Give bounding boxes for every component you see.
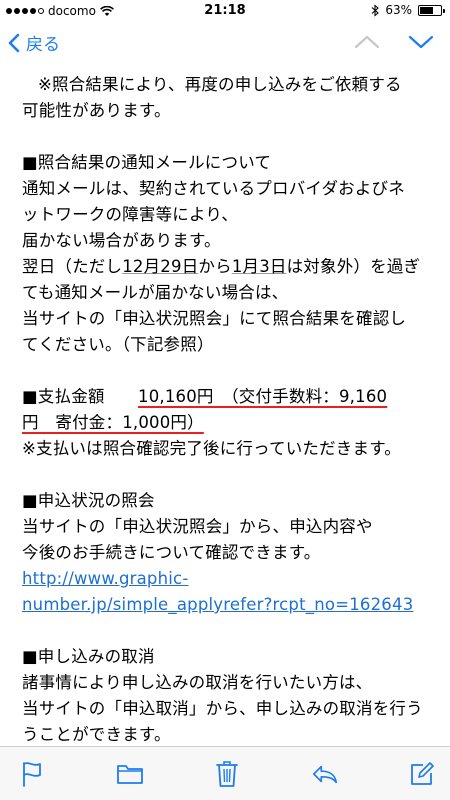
body-text: 当サイトの「申込取消」から、申し込みの取消を行う	[22, 699, 423, 718]
bluetooth-icon	[371, 3, 380, 17]
section-heading: ■申し込みの取消	[22, 647, 155, 666]
body-text: ても通知メールが届かない場合は、	[22, 283, 289, 302]
folder-icon	[116, 764, 143, 784]
notice-paragraph: ※照合結果により、再度の申し込みをご依頼する 可能性があります。	[22, 72, 440, 124]
body-text-dates: 翌日（ただし12月29日から1月3日は対象外）を過ぎ	[22, 254, 440, 280]
message-nav	[354, 32, 434, 52]
date-detected[interactable]: 1月3日	[232, 257, 287, 276]
payment-note: ※支払いは照合確認完了後に行っていただきます。	[22, 439, 401, 458]
inquiry-link[interactable]: http://www.graphic-	[22, 566, 440, 592]
text-segment: は対象外）を過ぎ	[286, 257, 421, 276]
result-mail-section: ■照合結果の通知メールについて 通知メールは、契約されているプロバイダおよびネ …	[22, 150, 440, 358]
payment-label: ■支払金額	[22, 387, 138, 406]
body-text: うことができます。	[22, 725, 171, 744]
body-text: ※照合結果により、再度の申し込みをご依頼する	[38, 75, 402, 94]
navigation-bar: 戻る	[0, 22, 450, 66]
body-text: てください。（下記参照）	[22, 335, 214, 354]
battery-icon	[418, 4, 445, 16]
reply-button[interactable]	[311, 760, 339, 788]
body-text: ットワークの障害等により、	[22, 205, 239, 224]
status-bar: docomo 21:18 63%	[0, 0, 450, 22]
body-text: 当サイトの「申込状況照会」から、申込内容や	[22, 517, 373, 536]
status-inquiry-section: ■申込状況の照会 当サイトの「申込状況照会」から、申込内容や 今後のお手続きにつ…	[22, 488, 440, 618]
back-button[interactable]: 戻る	[8, 30, 60, 55]
compose-icon	[411, 761, 434, 785]
next-message-button[interactable]	[408, 32, 434, 52]
back-label: 戻る	[26, 35, 60, 55]
date-detected[interactable]: 12月29日	[122, 257, 198, 276]
reply-icon	[312, 765, 337, 783]
payment-section: ■支払金額 10,160円 （交付手数料：9,160 円 寄付金：1,000円）…	[22, 384, 440, 462]
bottom-toolbar	[0, 746, 450, 800]
body-text: 今後のお手続きについて確認できます。	[22, 543, 321, 562]
body-text: 可能性があります。	[22, 101, 171, 120]
section-heading: ■申込状況の照会	[22, 491, 155, 510]
body-text: 諸事情により申し込みの取消を行いたい方は、	[22, 673, 373, 692]
payment-amount-line: ■支払金額 10,160円 （交付手数料：9,160	[22, 384, 440, 410]
email-body: ※照合結果により、再度の申し込みをご依頼する 可能性があります。 ■照合結果の通…	[0, 66, 450, 746]
battery-percent: 63%	[385, 3, 412, 17]
text-segment: 翌日（ただし	[22, 257, 123, 276]
payment-donation: 円 寄付金：1,000円）	[22, 413, 204, 432]
section-heading: ■照合結果の通知メールについて	[22, 153, 272, 172]
body-text: 当サイトの「申込状況照会」にて照合結果を確認し	[22, 309, 407, 328]
chevron-left-icon	[8, 33, 20, 52]
text-segment: から	[198, 257, 232, 276]
body-text: 届かない場合があります。	[22, 231, 221, 250]
status-right: 63%	[371, 3, 445, 17]
previous-message-button[interactable]	[354, 32, 380, 52]
flag-icon	[23, 761, 41, 787]
delete-button[interactable]	[213, 760, 241, 788]
trash-icon	[216, 760, 238, 787]
payment-amount: 10,160円 （交付手数料：9,160	[138, 387, 388, 406]
flag-button[interactable]	[18, 760, 46, 788]
cancel-section: ■申し込みの取消 諸事情により申し込みの取消を行いたい方は、 当サイトの「申込取…	[22, 644, 440, 746]
body-text: 通知メールは、契約されているプロバイダおよびネ	[22, 179, 405, 198]
move-to-folder-button[interactable]	[116, 760, 144, 788]
inquiry-link[interactable]: number.jp/simple_applyrefer?rcpt_no=1626…	[22, 592, 440, 618]
compose-button[interactable]	[408, 760, 436, 788]
payment-breakdown: 円 寄付金：1,000円）	[22, 410, 440, 436]
